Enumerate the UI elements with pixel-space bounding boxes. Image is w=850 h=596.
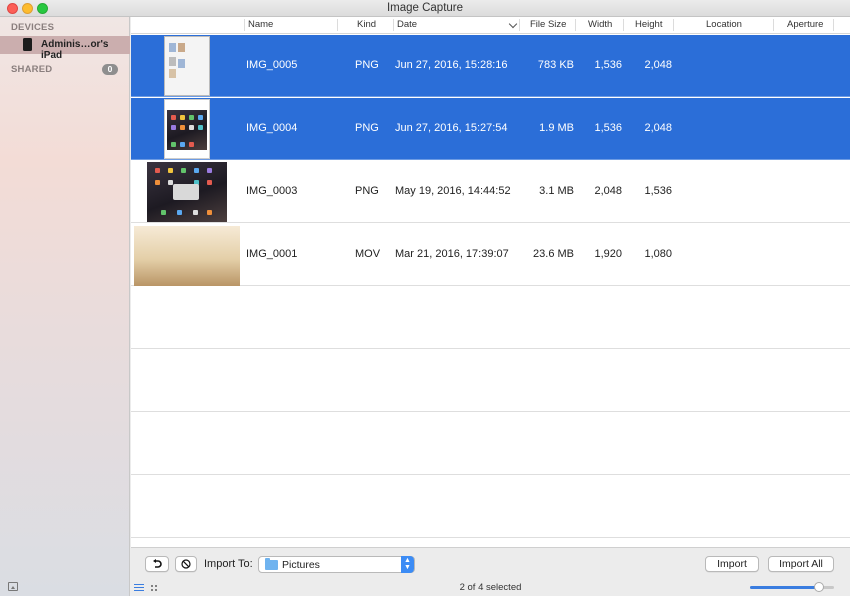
slider-knob[interactable] — [813, 582, 824, 592]
shared-count-badge: 0 — [102, 64, 118, 75]
column-divider — [393, 19, 394, 31]
column-divider — [773, 19, 774, 31]
table-row[interactable]: IMG_0004 PNG Jun 27, 2016, 15:27:54 1.9 … — [131, 98, 850, 160]
table-row[interactable]: IMG_0005 PNG Jun 27, 2016, 15:28:16 783 … — [131, 35, 850, 97]
chevron-updown-icon: ▲ ▼ — [401, 556, 414, 573]
cell-kind: PNG — [355, 122, 379, 134]
thumbnail-size-slider[interactable] — [750, 582, 834, 592]
cell-name: IMG_0004 — [246, 122, 298, 134]
shared-heading: SHARED — [11, 64, 53, 75]
show-device-panel-icon[interactable] — [8, 582, 18, 591]
column-divider — [337, 19, 338, 31]
empty-row — [131, 476, 850, 538]
cell-file-size: 1.9 MB — [539, 122, 574, 134]
column-divider — [575, 19, 576, 31]
cell-width: 1,920 — [594, 248, 622, 260]
cell-file-size: 783 KB — [537, 59, 574, 71]
import-all-button[interactable]: Import All — [768, 556, 834, 572]
bottom-toolbar: Import To: Pictures ▲ ▼ Import Import All… — [131, 547, 850, 596]
cell-name: IMG_0001 — [246, 248, 298, 260]
thumbnail-video-frame — [134, 226, 240, 286]
slider-fill — [750, 586, 819, 589]
image-list: Name Kind Date File Size Width Height Lo… — [131, 17, 850, 547]
column-header-aperture[interactable]: Aperture — [787, 19, 823, 30]
thumbnail-image — [164, 99, 210, 159]
ipad-icon — [23, 38, 32, 51]
column-divider — [673, 19, 674, 31]
column-divider — [623, 19, 624, 31]
cell-height: 2,048 — [644, 122, 672, 134]
rotate-left-icon — [153, 559, 162, 568]
cell-date: Jun 27, 2016, 15:28:16 — [395, 59, 508, 71]
cell-height: 1,536 — [644, 185, 672, 197]
cell-width: 1,536 — [594, 59, 622, 71]
sidebar-item-ipad[interactable]: Adminis…or's iPad — [0, 36, 130, 61]
import-destination-value: Pictures — [282, 559, 320, 571]
title-bar: Image Capture — [0, 0, 850, 17]
cell-kind: PNG — [355, 59, 379, 71]
cell-date: May 19, 2016, 14:44:52 — [395, 185, 511, 197]
cell-height: 2,048 — [644, 59, 672, 71]
thumbnail-image — [164, 36, 210, 96]
column-header-kind[interactable]: Kind — [357, 19, 376, 30]
empty-row — [131, 413, 850, 475]
column-header-height[interactable]: Height — [635, 19, 662, 30]
devices-heading: DEVICES — [11, 22, 55, 33]
cell-file-size: 3.1 MB — [539, 185, 574, 197]
cell-file-size: 23.6 MB — [533, 248, 574, 260]
rotate-left-button[interactable] — [145, 556, 169, 572]
delete-prohibited-icon — [181, 559, 191, 569]
window-title: Image Capture — [386, 2, 464, 14]
import-to-label: Import To: — [204, 558, 253, 570]
column-divider — [519, 19, 520, 31]
table-row[interactable]: IMG_0003 PNG May 19, 2016, 14:44:52 3.1 … — [131, 161, 850, 223]
cell-width: 1,536 — [594, 122, 622, 134]
folder-icon — [265, 558, 278, 570]
cell-date: Jun 27, 2016, 15:27:54 — [395, 122, 508, 134]
selection-status: 2 of 4 selected — [459, 582, 522, 593]
import-button[interactable]: Import — [705, 556, 759, 572]
column-header-file-size[interactable]: File Size — [530, 19, 566, 30]
device-name: Adminis…or's iPad — [41, 39, 109, 61]
cell-kind: MOV — [355, 248, 381, 260]
column-divider — [244, 19, 245, 31]
cell-height: 1,080 — [644, 248, 672, 260]
cell-name: IMG_0005 — [246, 59, 298, 71]
cell-date: Mar 21, 2016, 17:39:07 — [395, 248, 509, 260]
column-header-name[interactable]: Name — [248, 19, 273, 30]
empty-row — [131, 287, 850, 349]
cell-width: 2,048 — [594, 185, 622, 197]
delete-button[interactable] — [175, 556, 197, 572]
cell-kind: PNG — [355, 185, 379, 197]
column-header-width[interactable]: Width — [588, 19, 612, 30]
import-destination-select[interactable]: Pictures ▲ ▼ — [258, 556, 415, 573]
thumbnail-image — [147, 162, 227, 222]
sort-descending-icon — [508, 19, 518, 29]
column-header-date[interactable]: Date — [397, 19, 417, 30]
empty-row — [131, 350, 850, 412]
table-row[interactable]: IMG_0001 MOV Mar 21, 2016, 17:39:07 23.6… — [131, 224, 850, 286]
column-header-location[interactable]: Location — [706, 19, 742, 30]
column-divider — [833, 19, 834, 31]
sidebar: DEVICES Adminis…or's iPad SHARED 0 — [0, 17, 130, 596]
cell-name: IMG_0003 — [246, 185, 298, 197]
column-header: Name Kind Date File Size Width Height Lo… — [131, 17, 850, 34]
